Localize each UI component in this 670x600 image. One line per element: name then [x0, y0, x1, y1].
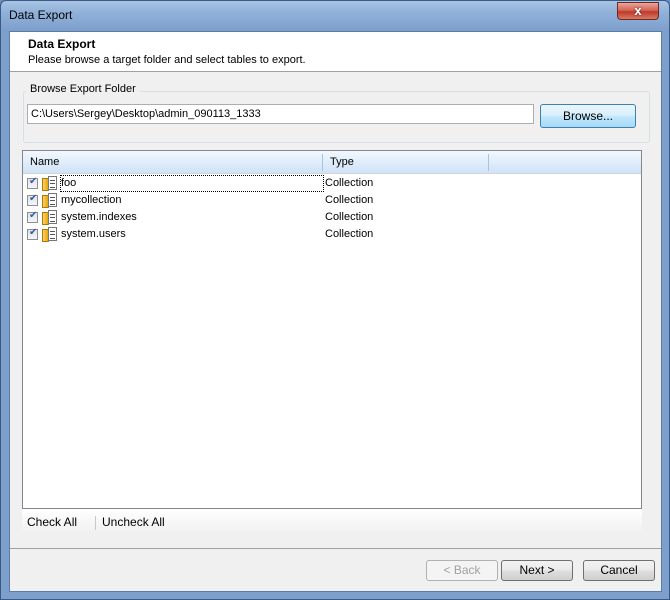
toolbar-separator: [95, 516, 96, 530]
page-title: Data Export: [28, 37, 96, 51]
check-all-button[interactable]: Check All: [27, 515, 77, 529]
row-checkbox[interactable]: [27, 210, 38, 223]
row-type: Collection: [325, 211, 374, 223]
list-toolbar: Check All Uncheck All: [22, 509, 642, 533]
row-type: Collection: [325, 177, 374, 189]
collection-icon: [42, 227, 58, 242]
back-button[interactable]: < Back: [426, 560, 498, 581]
window-title: Data Export: [9, 8, 73, 22]
row-name: system.indexes: [61, 211, 137, 223]
uncheck-all-button[interactable]: Uncheck All: [102, 515, 165, 529]
export-path-input[interactable]: [27, 104, 534, 124]
column-separator[interactable]: [488, 154, 489, 171]
dialog-client: Data Export Please browse a target folde…: [9, 31, 662, 592]
row-checkbox[interactable]: [27, 176, 38, 189]
export-folder-label: Browse Export Folder: [26, 83, 140, 95]
cancel-button[interactable]: Cancel: [583, 560, 655, 581]
row-type: Collection: [325, 194, 374, 206]
next-button[interactable]: Next >: [501, 560, 573, 581]
list-header: Name Type: [23, 151, 641, 174]
title-bar[interactable]: Data Export x: [1, 1, 669, 31]
data-export-window: Data Export x Data Export Please browse …: [0, 0, 670, 600]
tables-list[interactable]: Name Type foo Collection mycollection Co…: [22, 150, 642, 509]
footer-divider: [10, 548, 661, 549]
row-name: mycollection: [61, 194, 122, 206]
collection-icon: [42, 210, 58, 225]
list-item[interactable]: mycollection Collection: [23, 192, 641, 209]
focus-rect: [60, 175, 324, 192]
collection-icon: [42, 193, 58, 208]
close-icon: x: [634, 3, 642, 18]
browse-button[interactable]: Browse...: [540, 104, 636, 128]
close-button[interactable]: x: [617, 2, 659, 20]
row-name: foo: [61, 177, 77, 189]
list-item[interactable]: system.users Collection: [23, 226, 641, 243]
row-checkbox[interactable]: [27, 227, 38, 240]
row-checkbox[interactable]: [27, 193, 38, 206]
collection-icon: [42, 176, 58, 191]
row-name: system.users: [61, 228, 126, 240]
page-subtitle: Please browse a target folder and select…: [28, 54, 306, 66]
row-type: Collection: [325, 228, 374, 240]
wizard-header: Data Export Please browse a target folde…: [10, 32, 661, 72]
list-item[interactable]: foo Collection: [23, 175, 641, 192]
column-header-name[interactable]: Name: [23, 151, 323, 173]
column-header-type[interactable]: Type: [323, 151, 489, 173]
list-item[interactable]: system.indexes Collection: [23, 209, 641, 226]
